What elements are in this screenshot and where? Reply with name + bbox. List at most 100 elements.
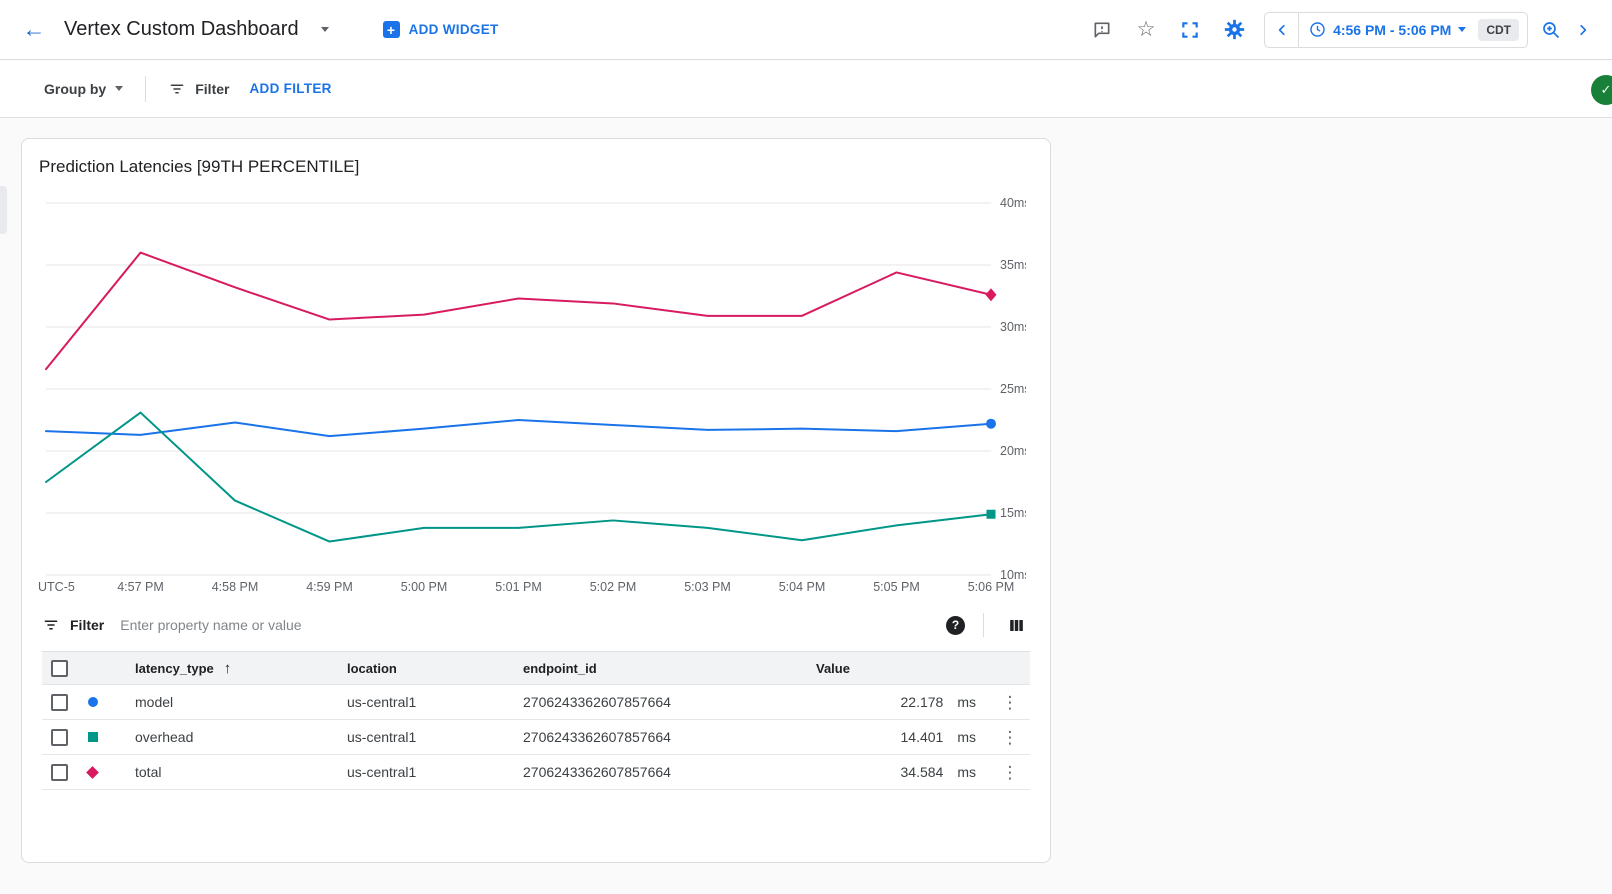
- add-filter-button[interactable]: ADD FILTER: [249, 81, 331, 96]
- sort-ascending-icon: ↑: [224, 660, 232, 677]
- svg-text:5:05 PM: 5:05 PM: [873, 580, 920, 594]
- row-checkbox[interactable]: [51, 764, 68, 781]
- prediction-latencies-widget: Prediction Latencies [99TH PERCENTILE] 4…: [21, 138, 1051, 863]
- clock-icon: [1309, 21, 1326, 38]
- column-settings-button[interactable]: [1002, 611, 1030, 639]
- svg-text:5:01 PM: 5:01 PM: [495, 580, 542, 594]
- svg-text:30ms: 30ms: [1000, 320, 1026, 334]
- endpoint-id-cell: 2706243362607857664: [510, 694, 810, 710]
- column-header-latency-type[interactable]: latency_type ↑: [122, 660, 334, 677]
- more-vert-icon: ⋮: [1002, 694, 1019, 711]
- star-button[interactable]: ☆: [1126, 10, 1166, 50]
- time-extra-actions: [1534, 10, 1598, 50]
- row-checkbox[interactable]: [51, 694, 68, 711]
- row-menu-button[interactable]: ⋮: [996, 723, 1024, 751]
- chevron-down-icon: [115, 86, 123, 91]
- table-filter-label: Filter: [70, 617, 104, 633]
- add-box-icon: +: [383, 21, 400, 38]
- group-by-button[interactable]: Group by: [44, 81, 123, 97]
- help-icon[interactable]: ?: [946, 616, 965, 635]
- back-arrow-icon: ←: [23, 18, 46, 41]
- column-header-value[interactable]: Value: [810, 661, 990, 676]
- column-header-location[interactable]: location: [334, 661, 510, 676]
- time-range-control: 4:56 PM - 5:06 PM CDT: [1264, 12, 1528, 48]
- feedback-button[interactable]: [1082, 10, 1122, 50]
- fullscreen-button[interactable]: [1170, 10, 1210, 50]
- toolbar-divider: [145, 76, 146, 102]
- time-range-label: 4:56 PM - 5:06 PM: [1333, 22, 1451, 38]
- chevron-left-icon: [1274, 22, 1290, 38]
- svg-text:UTC-5: UTC-5: [38, 580, 75, 594]
- time-range-button[interactable]: 4:56 PM - 5:06 PM: [1299, 13, 1476, 47]
- check-icon: ✓: [1601, 82, 1612, 98]
- columns-icon: [1007, 616, 1026, 635]
- latency-line-chart[interactable]: 40ms35ms30ms25ms20ms15ms10msUTC-54:57 PM…: [36, 187, 1026, 601]
- status-indicator[interactable]: ✓: [1591, 75, 1612, 105]
- series-marker-icon: [88, 697, 98, 707]
- row-checkbox[interactable]: [51, 729, 68, 746]
- value-number: 34.584: [901, 764, 944, 780]
- series-marker-icon: [88, 732, 98, 742]
- svg-text:5:04 PM: 5:04 PM: [779, 580, 826, 594]
- dashboard-title: Vertex Custom Dashboard: [64, 18, 299, 41]
- table-row[interactable]: model us-central1 2706243362607857664 22…: [42, 685, 1030, 720]
- value-cell: 34.584 ms: [810, 764, 990, 780]
- widget-title: Prediction Latencies [99TH PERCENTILE]: [39, 157, 1050, 177]
- more-vert-icon: ⋮: [1002, 764, 1019, 781]
- value-unit: ms: [957, 729, 976, 745]
- settings-button[interactable]: [1214, 10, 1254, 50]
- value-cell: 14.401 ms: [810, 729, 990, 745]
- app-header: ← Vertex Custom Dashboard + ADD WIDGET ☆: [0, 0, 1612, 60]
- table-row[interactable]: overhead us-central1 2706243362607857664…: [42, 720, 1030, 755]
- svg-text:20ms: 20ms: [1000, 444, 1026, 458]
- filter-bar-divider: [983, 613, 984, 637]
- svg-text:40ms: 40ms: [1000, 196, 1026, 210]
- add-widget-button[interactable]: + ADD WIDGET: [383, 21, 499, 38]
- dashboard-canvas: Prediction Latencies [99TH PERCENTILE] 4…: [0, 118, 1612, 894]
- column-header-endpoint-id[interactable]: endpoint_id: [510, 661, 810, 676]
- location-cell: us-central1: [334, 694, 510, 710]
- location-cell: us-central1: [334, 764, 510, 780]
- filter-icon: [42, 616, 60, 634]
- table-row[interactable]: total us-central1 2706243362607857664 34…: [42, 755, 1030, 790]
- zoom-button[interactable]: [1534, 10, 1568, 50]
- latency-type-cell: overhead: [122, 729, 334, 745]
- back-button[interactable]: ←: [14, 10, 54, 50]
- time-forward-button[interactable]: [1568, 10, 1598, 50]
- location-cell: us-central1: [334, 729, 510, 745]
- gear-icon: [1224, 19, 1245, 40]
- dashboard-toolbar: Group by Filter ADD FILTER ✓: [0, 60, 1612, 118]
- latency-type-header-label: latency_type: [135, 661, 214, 676]
- svg-text:25ms: 25ms: [1000, 382, 1026, 396]
- table-filter-bar: Filter ?: [42, 605, 1030, 645]
- time-back-button[interactable]: [1265, 13, 1299, 47]
- row-menu-button[interactable]: ⋮: [996, 758, 1024, 786]
- side-panel-handle[interactable]: [0, 186, 7, 234]
- select-all-checkbox[interactable]: [51, 660, 68, 677]
- endpoint-id-cell: 2706243362607857664: [510, 729, 810, 745]
- table-header-row: latency_type ↑ location endpoint_id Valu…: [42, 651, 1030, 685]
- svg-text:5:06 PM: 5:06 PM: [968, 580, 1015, 594]
- dashboard-switcher-button[interactable]: [313, 18, 337, 42]
- svg-text:5:03 PM: 5:03 PM: [684, 580, 731, 594]
- svg-text:4:59 PM: 4:59 PM: [306, 580, 353, 594]
- endpoint-id-cell: 2706243362607857664: [510, 764, 810, 780]
- chevron-right-icon: [1575, 22, 1591, 38]
- latency-type-cell: total: [122, 764, 334, 780]
- value-number: 22.178: [901, 694, 944, 710]
- chevron-down-icon: [1458, 27, 1466, 32]
- svg-text:15ms: 15ms: [1000, 506, 1026, 520]
- filter-label: Filter: [195, 81, 229, 97]
- value-number: 14.401: [901, 729, 944, 745]
- timezone-badge: CDT: [1478, 19, 1519, 41]
- zoom-in-icon: [1541, 20, 1561, 40]
- filter-button[interactable]: Filter: [168, 80, 229, 98]
- value-cell: 22.178 ms: [810, 694, 990, 710]
- row-menu-button[interactable]: ⋮: [996, 688, 1024, 716]
- value-unit: ms: [957, 764, 976, 780]
- feedback-icon: [1092, 20, 1112, 40]
- table-filter-input[interactable]: [120, 617, 946, 633]
- series-marker-icon: [86, 766, 99, 779]
- svg-text:5:00 PM: 5:00 PM: [401, 580, 448, 594]
- add-widget-label: ADD WIDGET: [409, 22, 499, 37]
